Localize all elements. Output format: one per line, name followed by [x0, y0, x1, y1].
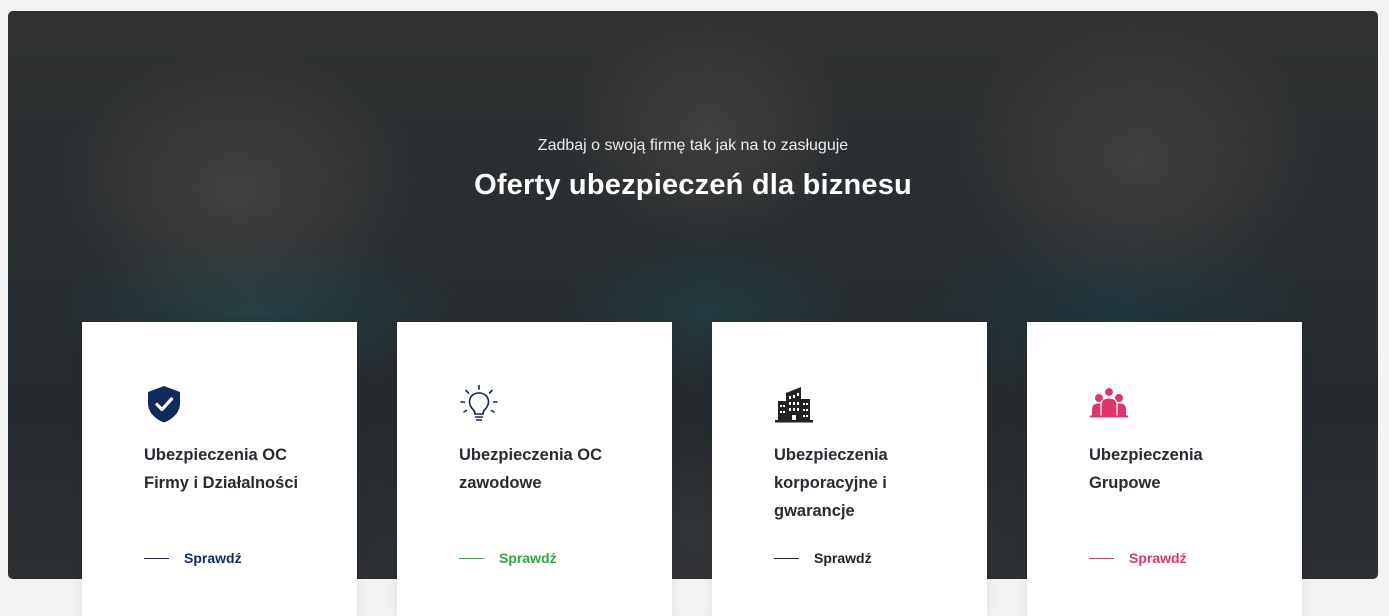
hero-title: Oferty ubezpieczeń dla biznesu [474, 169, 912, 201]
check-link-label: Sprawdź [499, 550, 557, 566]
offer-card-title: Ubezpieczenia OC zawodowe [459, 446, 603, 492]
offer-card-title: Ubezpieczenia OC Firmy i Działalności [144, 446, 299, 492]
offer-card-korporacyjne[interactable]: Ubezpieczenia korporacyjne i gwarancje S… [712, 322, 987, 616]
check-link[interactable]: Sprawdź [459, 549, 557, 567]
hero-subtitle: Zadbaj o swoją firmę tak jak na to zasłu… [537, 137, 849, 154]
check-link[interactable]: Sprawdź [774, 549, 872, 567]
offer-card-grupowe[interactable]: Ubezpieczenia Grupowe Sprawdź [1027, 322, 1302, 616]
office-building-icon [774, 384, 814, 424]
offer-card-title: Ubezpieczenia korporacyjne i gwarancje [774, 446, 888, 520]
check-link[interactable]: Sprawdź [144, 549, 242, 567]
link-line [1089, 557, 1114, 559]
link-line [144, 557, 169, 559]
check-link-label: Sprawdź [1129, 550, 1187, 566]
link-line [459, 557, 484, 559]
offer-card-title: Ubezpieczenia Grupowe [1089, 446, 1203, 492]
check-link-label: Sprawdź [184, 550, 242, 566]
offer-card-oc-zawodowe[interactable]: Ubezpieczenia OC zawodowe Sprawdź [397, 322, 672, 616]
check-link-label: Sprawdź [814, 550, 872, 566]
shield-check-icon [144, 384, 184, 424]
lightbulb-icon [459, 384, 499, 424]
link-line [774, 557, 799, 559]
offer-card-oc-firmy[interactable]: Ubezpieczenia OC Firmy i Działalności Sp… [82, 322, 357, 616]
group-people-icon [1089, 384, 1129, 424]
check-link[interactable]: Sprawdź [1089, 549, 1187, 567]
